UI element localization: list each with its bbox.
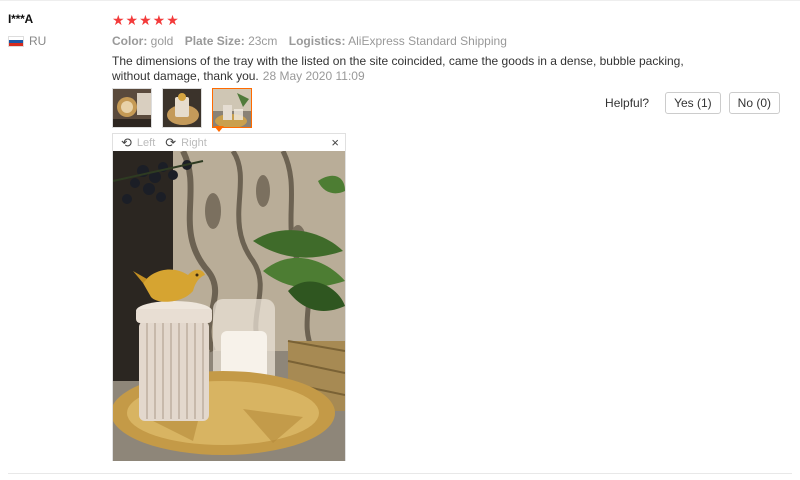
helpful-yes-button[interactable]: Yes (1): [665, 92, 721, 114]
logistics-value: AliExpress Standard Shipping: [348, 34, 507, 48]
color-label: Color:: [112, 34, 148, 48]
rotate-left-label: Left: [136, 136, 156, 149]
country-code: RU: [29, 34, 47, 48]
review-body: ★★★★★ Color: gold Plate Size: 23cm Logis…: [112, 12, 712, 84]
close-icon[interactable]: ×: [331, 135, 339, 150]
top-divider: [0, 0, 800, 1]
star-rating: ★★★★★: [112, 12, 180, 28]
active-thumbnail-pointer: [214, 126, 224, 132]
review-thumbnail[interactable]: [112, 88, 152, 128]
review-date: 28 May 2020 11:09: [262, 69, 365, 83]
review-comment: The dimensions of the tray with the list…: [112, 54, 684, 83]
color-value: gold: [150, 34, 174, 48]
rotate-right-button[interactable]: ⟳ Right: [165, 135, 207, 151]
helpful-vote: Helpful? Yes (1) No (0): [605, 92, 780, 114]
rotate-right-label: Right: [181, 136, 207, 149]
plate-size-label: Plate Size:: [184, 34, 245, 48]
review-attributes: Color: gold Plate Size: 23cm Logistics: …: [112, 32, 712, 50]
viewer-toolbar: ⟲ Left ⟳ Right ×: [113, 134, 345, 151]
review-thumbnail[interactable]: [162, 88, 202, 128]
image-viewer: ⟲ Left ⟳ Right ×: [112, 133, 346, 461]
review-thumbnails: [112, 88, 252, 128]
review-photo: [113, 151, 345, 461]
review-thumbnail-active[interactable]: [212, 88, 252, 128]
rotate-left-button[interactable]: ⟲ Left: [121, 135, 155, 151]
russia-flag-icon: [8, 35, 24, 47]
bottom-divider: [8, 473, 792, 474]
helpful-label: Helpful?: [605, 96, 650, 110]
reviewer-info: I***A RU: [8, 12, 98, 48]
reviewer-name: I***A: [8, 12, 34, 26]
review-text: The dimensions of the tray with the list…: [112, 54, 692, 84]
rotate-left-icon: ⟲: [121, 134, 132, 150]
logistics-label: Logistics:: [288, 34, 346, 48]
helpful-no-button[interactable]: No (0): [728, 92, 780, 114]
reviewer-country: RU: [8, 34, 98, 48]
plate-size-value: 23cm: [248, 34, 278, 48]
rotate-right-icon: ⟳: [165, 134, 177, 150]
